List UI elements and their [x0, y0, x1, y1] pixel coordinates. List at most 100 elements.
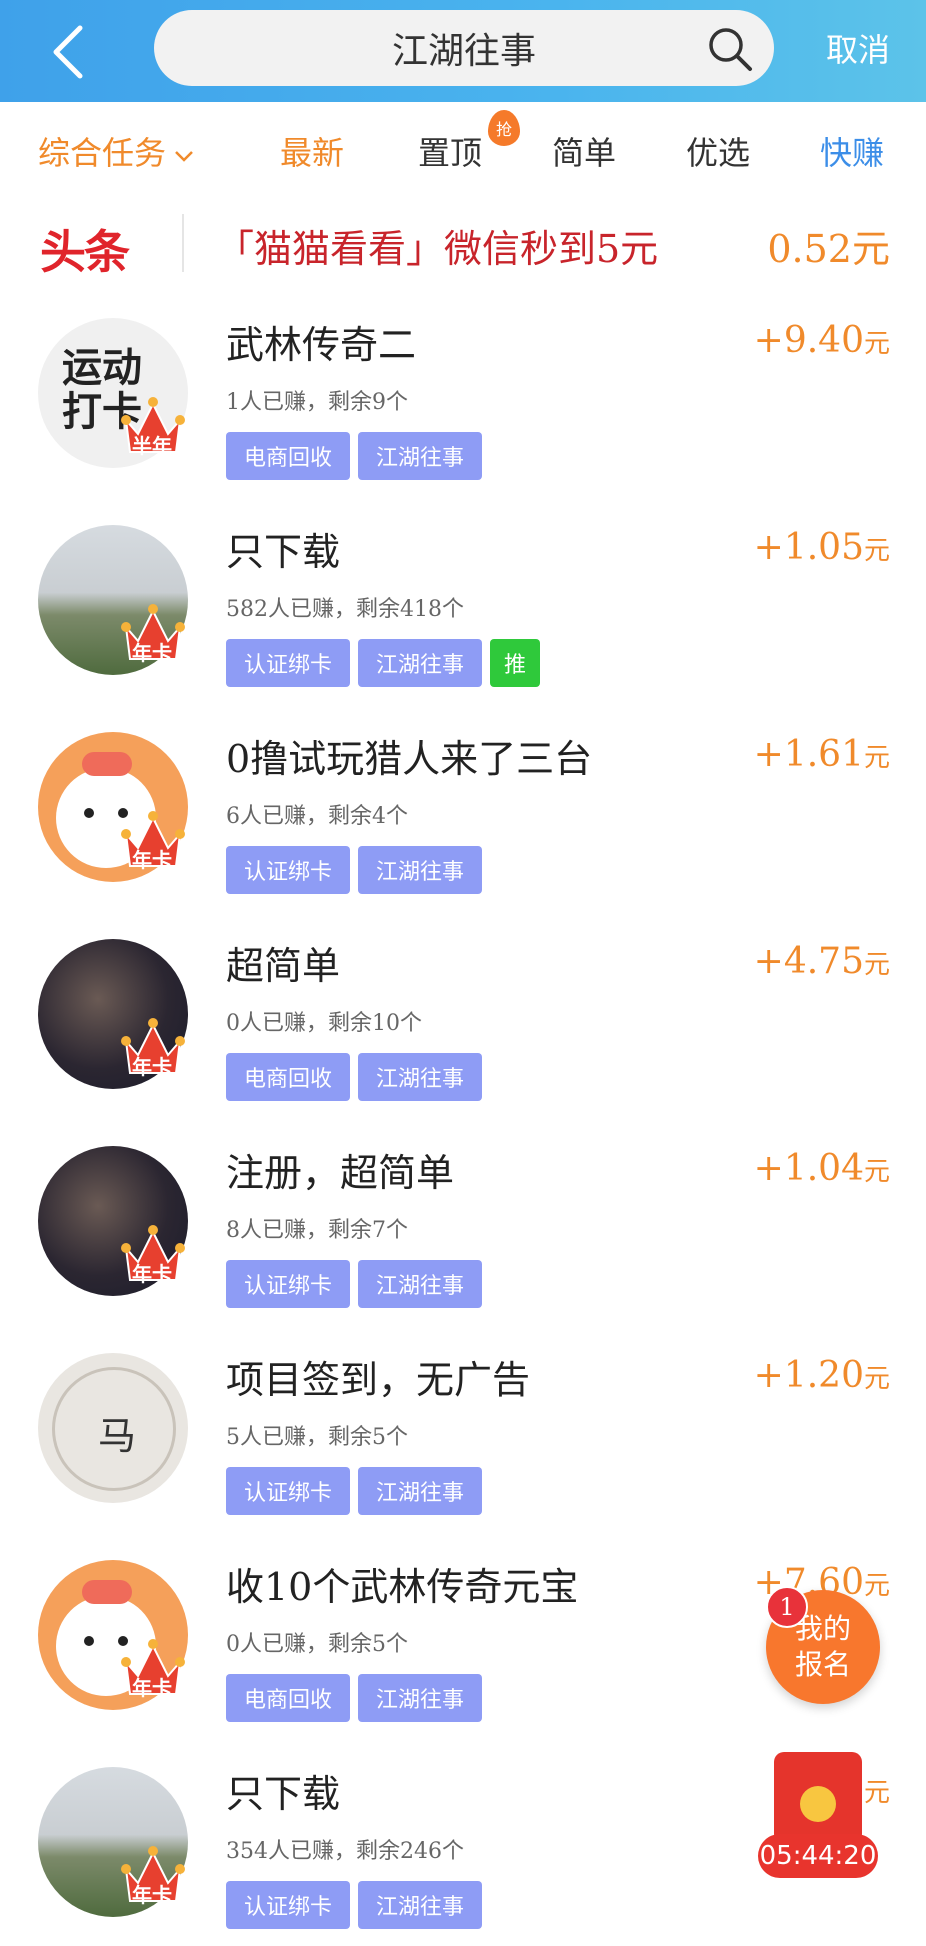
- top-bar: 江湖往事 取消: [0, 0, 926, 102]
- task-reward: 元: [864, 1769, 890, 1810]
- tag-group: 认证绑卡 江湖往事: [226, 1467, 483, 1515]
- task-stats: 6人已赚，剩余4个: [226, 804, 408, 829]
- headline-text: 「猫猫看看」微信秒到5元: [216, 227, 659, 271]
- task-item[interactable]: 马 项目签到，无广告 5人已赚，剩余5个 认证绑卡 江湖往事 +1.20元: [0, 1325, 926, 1532]
- avatar: 马: [38, 1353, 188, 1503]
- reward-amount: +1.20: [753, 1355, 864, 1396]
- tab-featured[interactable]: 优选: [686, 128, 750, 174]
- headline-banner[interactable]: 头条 「猫猫看看」微信秒到5元 0.52元: [0, 198, 926, 290]
- avatar-text: 马: [98, 1414, 137, 1458]
- tab-quick-earn[interactable]: 快赚: [820, 128, 884, 174]
- tab-label: 综合任务: [38, 134, 167, 172]
- task-reward: +4.75元: [754, 941, 890, 982]
- tab-all-tasks[interactable]: 综合任务: [38, 128, 194, 174]
- task-stats: 354人已赚，剩余246个: [226, 1839, 464, 1864]
- reward-unit: 元: [863, 536, 890, 566]
- task-title: 0撸试玩猎人来了三台: [226, 737, 593, 781]
- tab-pinned[interactable]: 置顶: [418, 128, 482, 174]
- task-title: 超简单: [226, 944, 341, 988]
- task-tag: 认证绑卡: [226, 1881, 351, 1929]
- member-badge: 年卡: [132, 641, 172, 665]
- headline-price: 0.52元: [767, 227, 890, 271]
- signup-label-line2: 报名: [794, 1648, 851, 1681]
- reward-amount: +9.40: [753, 320, 864, 361]
- countdown-timer: 05:44:20: [758, 1834, 878, 1878]
- task-stats: 0人已赚，剩余10个: [226, 1011, 422, 1036]
- task-item[interactable]: 年卡 注册，超简单 8人已赚，剩余7个 认证绑卡 江湖往事 +1.04元: [0, 1118, 926, 1325]
- tag-group: 认证绑卡 江湖往事: [226, 1260, 483, 1308]
- member-badge: 年卡: [132, 1883, 172, 1907]
- task-tag: 江湖往事: [358, 1674, 483, 1722]
- task-tag: 电商回收: [226, 432, 351, 480]
- task-item[interactable]: 年卡 0撸试玩猎人来了三台 6人已赚，剩余4个 认证绑卡 江湖往事 +1.61元: [0, 704, 926, 911]
- reward-unit: 元: [863, 743, 890, 773]
- notification-count-badge: 1: [766, 1586, 808, 1628]
- red-envelope-icon[interactable]: [774, 1752, 862, 1844]
- task-reward: +1.05元: [754, 527, 890, 568]
- member-badge: 年卡: [132, 1676, 172, 1700]
- task-item[interactable]: 运动 打卡 半年 武林传奇二 1人已赚，剩余9个 电商回收 江湖往事 +9.40元: [0, 290, 926, 497]
- divider: [182, 214, 184, 272]
- task-title: 项目签到，无广告: [226, 1358, 531, 1402]
- task-item[interactable]: 年卡 超简单 0人已赚，剩余10个 电商回收 江湖往事 +4.75元: [0, 911, 926, 1118]
- task-tag: 江湖往事: [358, 846, 483, 894]
- task-tag: 认证绑卡: [226, 846, 351, 894]
- member-badge: 年卡: [132, 1055, 172, 1079]
- search-icon[interactable]: [706, 25, 754, 73]
- task-stats: 0人已赚，剩余5个: [226, 1632, 408, 1657]
- member-badge: 年卡: [132, 848, 172, 872]
- search-input[interactable]: 江湖往事: [154, 10, 774, 86]
- reward-amount: +4.75: [753, 941, 864, 982]
- task-stats: 582人已赚，剩余418个: [226, 597, 464, 622]
- tag-group: 电商回收 江湖往事: [226, 1674, 483, 1722]
- task-tag: 认证绑卡: [226, 1260, 351, 1308]
- tag-group: 认证绑卡 江湖往事: [226, 846, 483, 894]
- task-tag: 江湖往事: [358, 639, 483, 687]
- task-reward: +1.20元: [754, 1355, 890, 1396]
- tag-group: 认证绑卡 江湖往事: [226, 1881, 483, 1929]
- reward-unit: 元: [863, 1571, 890, 1601]
- hot-badge: 抢: [488, 110, 520, 146]
- task-reward: +9.40元: [754, 320, 890, 361]
- task-title: 只下载: [226, 1772, 341, 1816]
- reward-amount: +1.04: [753, 1148, 864, 1189]
- recommend-tag: 推: [490, 639, 541, 687]
- tab-simple[interactable]: 简单: [552, 128, 616, 174]
- task-list: 运动 打卡 半年 武林传奇二 1人已赚，剩余9个 电商回收 江湖往事 +9.40元…: [0, 290, 926, 1946]
- task-title: 武林传奇二: [226, 323, 417, 367]
- task-tag: 江湖往事: [358, 1260, 483, 1308]
- task-stats: 5人已赚，剩余5个: [226, 1425, 408, 1450]
- reward-unit: 元: [863, 1364, 890, 1394]
- task-tag: 认证绑卡: [226, 1467, 351, 1515]
- tag-group: 电商回收 江湖往事: [226, 1053, 483, 1101]
- avatar-text: 运动: [62, 344, 142, 391]
- task-title: 只下载: [226, 530, 341, 574]
- tab-latest[interactable]: 最新: [280, 128, 344, 174]
- task-stats: 1人已赚，剩余9个: [226, 390, 408, 415]
- search-value: 江湖往事: [391, 31, 536, 72]
- tag-group: 电商回收 江湖往事: [226, 432, 483, 480]
- task-tag: 认证绑卡: [226, 639, 351, 687]
- task-tag: 江湖往事: [358, 432, 483, 480]
- reward-amount: +1.05: [753, 527, 864, 568]
- member-badge: 半年: [132, 434, 172, 458]
- task-tag: 江湖往事: [358, 1881, 483, 1929]
- reward-amount: +1.61: [753, 734, 864, 775]
- reward-unit: 元: [863, 950, 890, 980]
- task-item[interactable]: 年卡 只下载 582人已赚，剩余418个 认证绑卡 江湖往事 推 +1.05元: [0, 497, 926, 704]
- task-title: 注册，超简单: [226, 1151, 455, 1195]
- task-tag: 电商回收: [226, 1053, 351, 1101]
- task-tag: 电商回收: [226, 1674, 351, 1722]
- chevron-down-icon: [175, 150, 193, 162]
- task-title: 收10个武林传奇元宝: [226, 1565, 579, 1609]
- task-reward: +1.61元: [754, 734, 890, 775]
- tag-group: 认证绑卡 江湖往事 推: [226, 639, 541, 687]
- headline-logo: 头条: [40, 225, 130, 279]
- back-button[interactable]: [38, 22, 98, 82]
- reward-unit: 元: [863, 1157, 890, 1187]
- member-badge: 年卡: [132, 1262, 172, 1286]
- cancel-button[interactable]: 取消: [826, 25, 890, 71]
- task-tag: 江湖往事: [358, 1053, 483, 1101]
- reward-unit: 元: [863, 329, 890, 359]
- task-stats: 8人已赚，剩余7个: [226, 1218, 408, 1243]
